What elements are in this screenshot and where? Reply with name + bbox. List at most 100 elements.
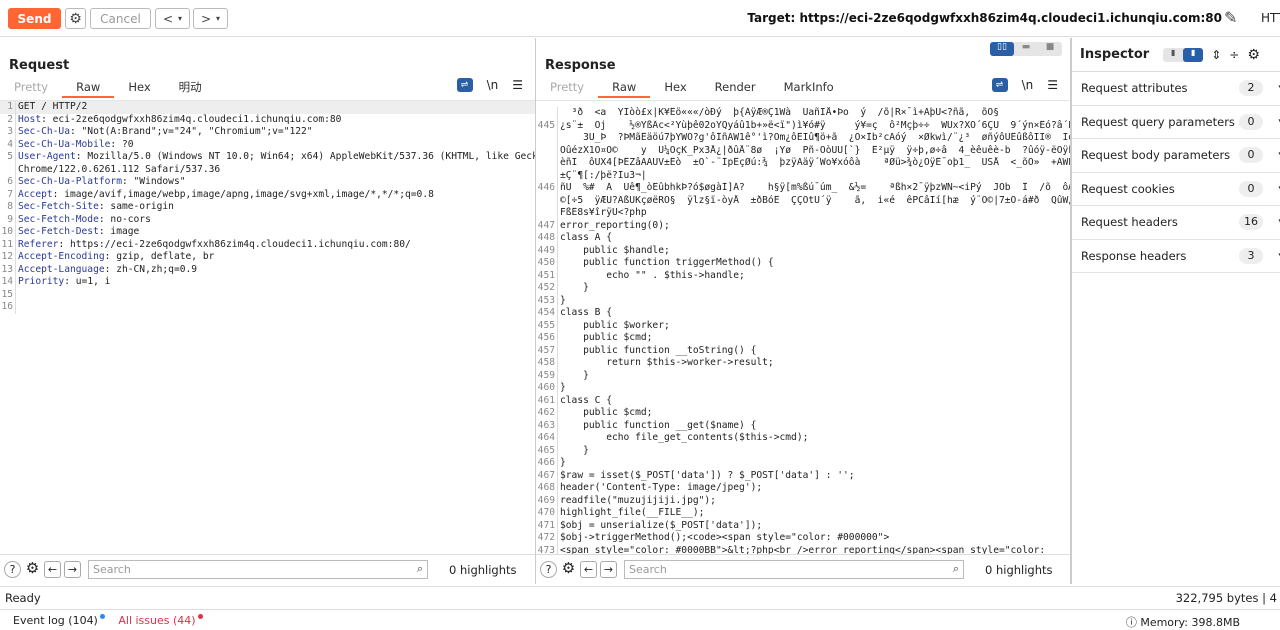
line-number bbox=[536, 144, 558, 157]
arrow-right-icon[interactable]: → bbox=[600, 561, 617, 578]
tab-hex[interactable]: Hex bbox=[114, 80, 164, 98]
inspector-section[interactable]: Request query parameters0▾ bbox=[1072, 106, 1280, 139]
single-view-icon[interactable]: ■ bbox=[1038, 42, 1062, 56]
line-text: Priority: u=1, i bbox=[16, 276, 110, 289]
line-text: User-Agent: Mozilla/5.0 (Windows NT 10.0… bbox=[16, 151, 535, 164]
word-wrap-icon[interactable]: ⇌ bbox=[456, 78, 473, 92]
code-line: 472 $obj->triggerMethod();<code><span sty… bbox=[536, 532, 1070, 545]
line-text: Sec-Ch-Ua-Mobile: ?0 bbox=[16, 139, 134, 152]
send-button[interactable]: Send bbox=[8, 8, 61, 29]
inspector-title: Inspector bbox=[1080, 47, 1150, 62]
tab-pretty[interactable]: Pretty bbox=[536, 80, 598, 98]
line-number: 15 bbox=[0, 288, 16, 301]
line-text: error_reporting(0); bbox=[560, 219, 670, 231]
expand-all-icon[interactable]: ⇕ bbox=[1211, 48, 1221, 62]
gear-icon[interactable]: ⚙ bbox=[560, 561, 577, 578]
tab-markinfo[interactable]: MarkInfo bbox=[770, 80, 848, 98]
inspector-panel: Inspector ▮▮ ⇕ ÷ ⚙ Request attributes2▾R… bbox=[1071, 38, 1280, 584]
help-icon[interactable]: ? bbox=[4, 561, 21, 578]
code-line: 8 Sec-Fetch-Site: same-origin bbox=[0, 201, 535, 214]
line-text: public function triggerMethod() { bbox=[560, 257, 774, 268]
split-horizontal-icon[interactable]: ▯▯ bbox=[990, 42, 1014, 56]
line-number: 457 bbox=[536, 344, 558, 357]
inspector-section[interactable]: Request cookies0▾ bbox=[1072, 173, 1280, 206]
line-number: 455 bbox=[536, 319, 558, 332]
tab-pretty[interactable]: Pretty bbox=[0, 80, 62, 98]
footer-bar: Event log (104) All issues (44) ⓘ Memory… bbox=[0, 609, 1280, 629]
split-vertical-icon[interactable]: ▬ bbox=[1014, 42, 1038, 56]
line-number bbox=[536, 194, 558, 207]
inspector-section[interactable]: Request body parameters0▾ bbox=[1072, 139, 1280, 173]
newline-toggle-icon[interactable]: \n bbox=[1022, 78, 1034, 92]
issues-label: All issues (44) bbox=[118, 614, 196, 627]
arrow-left-icon[interactable]: ← bbox=[580, 561, 597, 578]
line-number: 454 bbox=[536, 307, 558, 320]
line-number bbox=[0, 163, 16, 176]
help-icon[interactable]: ? bbox=[540, 561, 557, 578]
response-size: 322,795 bytes | 4 bbox=[1175, 591, 1277, 605]
tab-明动[interactable]: 明动 bbox=[165, 80, 216, 98]
history-back-button[interactable]: < ▾ bbox=[155, 8, 190, 29]
code-line: 452 } bbox=[536, 282, 1070, 295]
line-text: FßÊ8s¥îrÿÜ<?php bbox=[560, 207, 647, 218]
code-line: 453} bbox=[536, 294, 1070, 307]
tab-raw[interactable]: Raw bbox=[62, 80, 115, 98]
line-number: 466 bbox=[536, 457, 558, 470]
line-number: 456 bbox=[536, 332, 558, 345]
line-number: 468 bbox=[536, 482, 558, 495]
status-text: Ready bbox=[5, 591, 41, 605]
inspector-section[interactable]: Response headers3▾ bbox=[1072, 240, 1280, 273]
line-text: ÒûézX1Ò¤Ò© y Ü¼ÔçK_Px3Å¿|ðûÅ¨8ø ¡Ÿø Pñ-Ô… bbox=[560, 144, 1070, 156]
section-label: Request cookies bbox=[1081, 181, 1175, 196]
line-number: 7 bbox=[0, 188, 16, 201]
arrow-left-icon[interactable]: ← bbox=[44, 561, 61, 578]
code-line: 15 bbox=[0, 288, 535, 301]
header-value: : "Not(A:Brand";v="24", "Chromium";v="12… bbox=[69, 126, 313, 137]
search-icon: ⌕ bbox=[416, 562, 423, 575]
count-badge: 2 bbox=[1239, 80, 1263, 97]
line-text: Sec-Fetch-Dest: image bbox=[16, 226, 139, 239]
dock-left-icon[interactable]: ▮ bbox=[1163, 48, 1183, 62]
cancel-button[interactable]: Cancel bbox=[90, 8, 151, 29]
dock-right-icon[interactable]: ▮ bbox=[1183, 47, 1204, 62]
line-number bbox=[536, 132, 558, 145]
search-input[interactable]: Search ⌕ bbox=[88, 560, 428, 579]
line-text: } bbox=[560, 382, 566, 393]
code-line: 467 $raw = isset($_POST['data']) ? $_POST… bbox=[536, 469, 1070, 482]
word-wrap-icon[interactable]: ⇌ bbox=[991, 78, 1008, 92]
history-forward-button[interactable]: > ▾ bbox=[193, 8, 228, 29]
event-log-link[interactable]: Event log (104) bbox=[13, 614, 105, 627]
gear-icon[interactable]: ⚙ bbox=[24, 561, 41, 578]
request-editor[interactable]: 1 GET / HTTP/2 2 Host: eci-2ze6qodgwfxxh86z… bbox=[0, 100, 535, 554]
line-number: 452 bbox=[536, 282, 558, 295]
code-line: 5 User-Agent: Mozilla/5.0 (Windows NT 10.… bbox=[0, 151, 535, 164]
gear-icon[interactable]: ⚙ bbox=[1247, 47, 1260, 63]
line-number: 448 bbox=[536, 232, 558, 245]
collapse-all-icon[interactable]: ÷ bbox=[1229, 48, 1239, 62]
menu-icon[interactable]: ☰ bbox=[512, 78, 523, 92]
settings-gear-icon[interactable]: ⚙ bbox=[65, 8, 86, 29]
code-line: 12 Accept-Encoding: gzip, deflate, br bbox=[0, 251, 535, 264]
inspector-section[interactable]: Request attributes2▾ bbox=[1072, 72, 1280, 106]
code-line: 458 return $this->worker->result; bbox=[536, 357, 1070, 370]
code-line: 462 public $cmd; bbox=[536, 407, 1070, 420]
response-tabs: Pretty Raw Hex Render MarkInfo bbox=[536, 80, 848, 98]
tab-render[interactable]: Render bbox=[701, 80, 770, 98]
edit-pencil-icon[interactable]: ✎ bbox=[1224, 8, 1237, 27]
line-number bbox=[536, 107, 558, 120]
section-label: Request query parameters bbox=[1081, 114, 1235, 129]
inspector-section[interactable]: Request headers16▾ bbox=[1072, 206, 1280, 240]
tab-hex[interactable]: Hex bbox=[650, 80, 700, 98]
newline-toggle-icon[interactable]: \n bbox=[487, 78, 499, 92]
response-editor[interactable]: ³ð <a ŸÏòò£x|K¥Êö«««/òÐý þ{ÁÿÆ®Ç1Wà ŪañÏ… bbox=[536, 100, 1070, 554]
code-line: ©[÷5 ÿÆÛ?ÃßÛKçøëRÒ§ ÿlz§ï-òyÅ ±ðBóÊ ÇÇÔt… bbox=[536, 194, 1070, 207]
menu-icon[interactable]: ☰ bbox=[1047, 78, 1058, 92]
search-input[interactable]: Search ⌕ bbox=[624, 560, 964, 579]
highlight-count: 0 highlights bbox=[449, 562, 517, 577]
tab-raw[interactable]: Raw bbox=[598, 80, 651, 98]
header-value: : ?0 bbox=[110, 138, 134, 150]
line-text: public $cmd; bbox=[560, 332, 653, 343]
all-issues-link[interactable]: All issues (44) bbox=[118, 614, 203, 627]
http-version-label[interactable]: HTT bbox=[1261, 11, 1280, 25]
arrow-right-icon[interactable]: → bbox=[64, 561, 81, 578]
